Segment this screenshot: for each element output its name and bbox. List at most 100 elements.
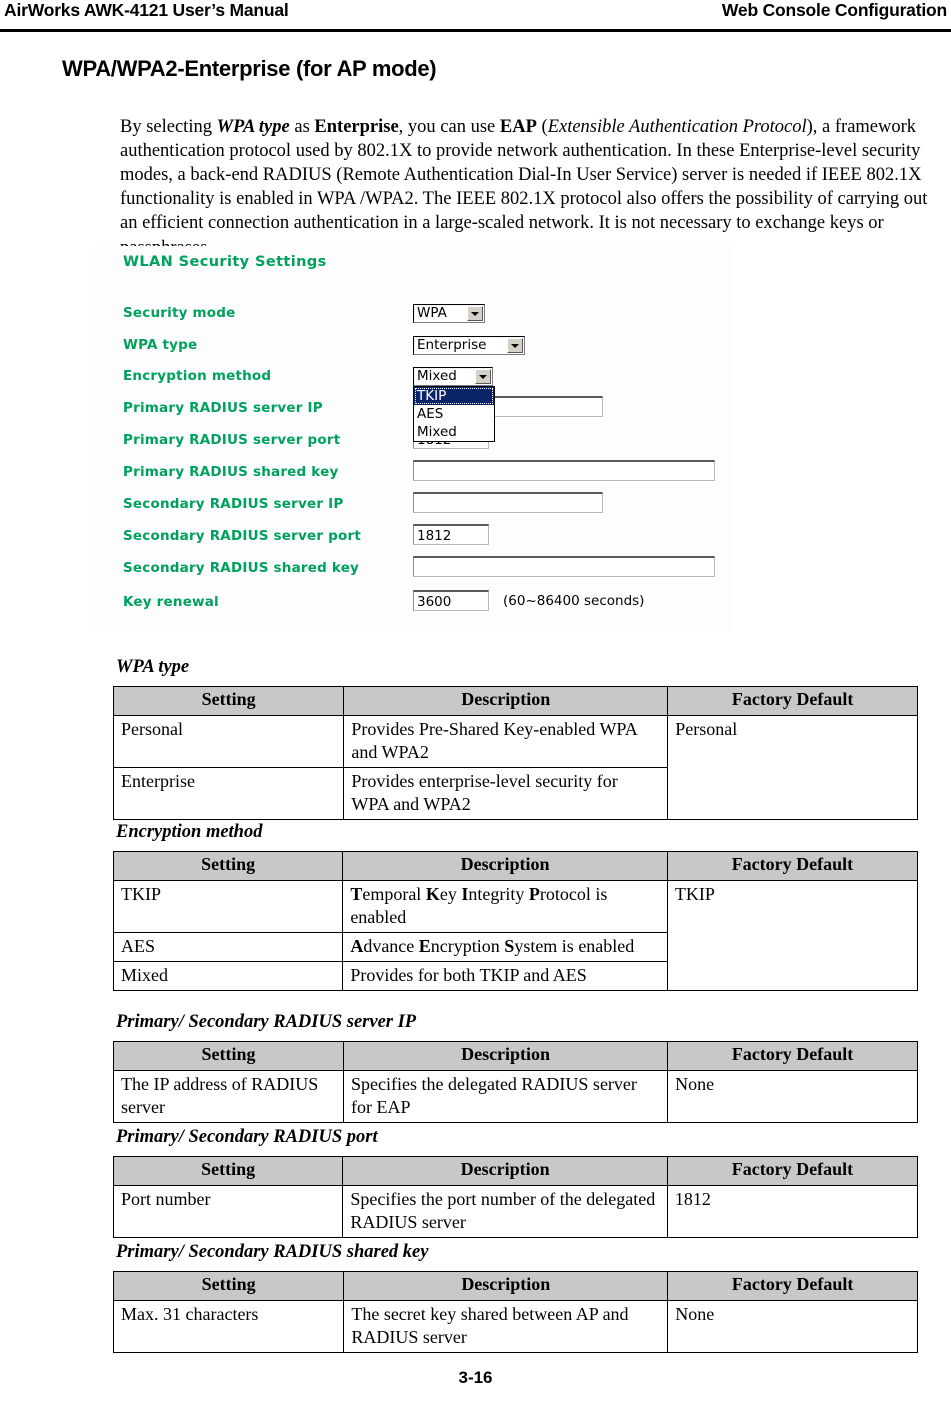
- encryption-method-dropdown-list[interactable]: TKIP AES Mixed: [413, 386, 495, 442]
- table-radius-shared-key: Setting Description Factory Default Max.…: [112, 1271, 918, 1353]
- column-header-description: Description: [342, 1156, 668, 1186]
- cell-setting: Port number: [112, 1185, 344, 1238]
- cell-setting: TKIP: [112, 880, 344, 933]
- encryption-method-selected-value: Mixed: [417, 368, 457, 384]
- field-row-primary-radius-shared-key: Primary RADIUS shared key: [123, 461, 338, 483]
- field-row-secondary-radius-server-ip: Secondary RADIUS server IP: [123, 493, 343, 515]
- cell-description: Provides Pre-Shared Key-enabled WPA and …: [343, 715, 669, 768]
- cell-factory-default: None: [667, 1300, 918, 1353]
- chevron-down-icon[interactable]: [507, 338, 523, 353]
- table-wpa-type: Setting Description Factory Default Pers…: [112, 686, 918, 820]
- column-header-description: Description: [343, 686, 669, 716]
- key-renewal-input[interactable]: 3600: [413, 590, 489, 611]
- column-header-description: Description: [343, 1271, 669, 1301]
- intro-text-4: (: [536, 116, 548, 137]
- table-header-row: Setting Description Factory Default: [112, 851, 919, 881]
- column-header-setting: Setting: [112, 1156, 344, 1186]
- wpa-type-selected-value: Enterprise: [417, 337, 487, 353]
- intro-text-2: as: [289, 116, 315, 137]
- table-header-row: Setting Description Factory Default: [112, 686, 918, 716]
- intro-emphasis-wpa-type: WPA type: [216, 116, 290, 137]
- primary-radius-shared-key-label: Primary RADIUS shared key: [123, 464, 339, 480]
- column-header-factory-default: Factory Default: [667, 1271, 918, 1301]
- field-row-wpa-type: WPA type: [123, 334, 197, 356]
- encryption-method-label: Encryption method: [123, 368, 272, 384]
- primary-radius-server-port-label: Primary RADIUS server port: [123, 432, 341, 448]
- column-header-factory-default: Factory Default: [667, 686, 918, 716]
- encryption-method-select[interactable]: Mixed: [413, 365, 493, 386]
- security-mode-select[interactable]: WPA: [413, 302, 485, 323]
- table-caption-radius-port: Primary/ Secondary RADIUS port: [116, 1127, 378, 1147]
- intro-emphasis-eap: EAP: [499, 116, 537, 137]
- cell-setting: Enterprise: [112, 767, 345, 820]
- column-header-factory-default: Factory Default: [666, 851, 919, 881]
- secondary-radius-shared-key-input[interactable]: [413, 556, 715, 577]
- intro-text-5: ), a framework authentication protocol u…: [120, 116, 928, 258]
- field-row-key-renewal: Key renewal: [123, 591, 219, 613]
- security-mode-selected-value: WPA: [417, 305, 447, 321]
- column-header-setting: Setting: [113, 1041, 344, 1071]
- cell-description: Provides for both TKIP and AES: [342, 961, 668, 991]
- field-row-primary-radius-server-port: Primary RADIUS server port: [123, 429, 340, 451]
- table-row: Port number Specifies the port number of…: [112, 1185, 919, 1238]
- cell-description: Specifies the port number of the delegat…: [342, 1185, 668, 1238]
- table-header-row: Setting Description Factory Default: [112, 1271, 918, 1301]
- cell-setting: AES: [112, 932, 344, 962]
- dropdown-option-mixed[interactable]: Mixed: [414, 423, 494, 441]
- secondary-radius-server-port-input[interactable]: 1812: [413, 524, 489, 545]
- dropdown-option-tkip[interactable]: TKIP: [414, 387, 494, 405]
- field-row-secondary-radius-shared-key: Secondary RADIUS shared key: [123, 557, 359, 579]
- intro-text-1: By selecting: [120, 116, 217, 137]
- column-header-setting: Setting: [112, 1271, 345, 1301]
- field-row-security-mode: Security mode: [123, 302, 236, 324]
- primary-radius-shared-key-input[interactable]: [413, 460, 715, 481]
- column-header-factory-default: Factory Default: [666, 1156, 919, 1186]
- key-renewal-label: Key renewal: [123, 594, 219, 610]
- key-renewal-hint: (60~86400 seconds): [503, 593, 645, 609]
- field-row-secondary-radius-server-port: Secondary RADIUS server port: [123, 525, 361, 547]
- security-mode-label: Security mode: [123, 305, 236, 321]
- table-caption-radius-server-ip: Primary/ Secondary RADIUS server IP: [116, 1012, 417, 1032]
- cell-setting: Mixed: [112, 961, 344, 991]
- table-row: TKIP Temporal Key Integrity Protocol is …: [112, 880, 919, 991]
- table-encryption-method: Setting Description Factory Default TKIP…: [112, 851, 919, 991]
- cell-description: Advance Encryption System is enabled: [342, 932, 668, 962]
- cell-setting: Personal: [112, 715, 345, 768]
- column-header-setting: Setting: [112, 851, 344, 881]
- chevron-down-icon[interactable]: [467, 306, 483, 321]
- secondary-radius-server-ip-label: Secondary RADIUS server IP: [123, 496, 344, 512]
- column-header-factory-default: Factory Default: [667, 1041, 918, 1071]
- secondary-radius-server-ip-input[interactable]: [413, 492, 603, 513]
- table-row: Personal Provides Pre-Shared Key-enabled…: [112, 715, 918, 820]
- table-row: Max. 31 characters The secret key shared…: [112, 1300, 918, 1353]
- table-row: The IP address of RADIUS server Specifie…: [113, 1070, 918, 1123]
- column-header-description: Description: [342, 851, 668, 881]
- intro-emphasis-eap-expansion: Extensible Authentication Protocol: [547, 116, 807, 137]
- chevron-down-icon[interactable]: [475, 369, 491, 384]
- cell-factory-default: TKIP: [666, 880, 919, 991]
- footer-page-number: 3-16: [458, 1368, 493, 1387]
- intro-text-3: , you can use: [398, 116, 500, 137]
- cell-description: Provides enterprise-level security for W…: [343, 767, 669, 820]
- cell-setting: Max. 31 characters: [112, 1300, 345, 1353]
- table-radius-server-ip: Setting Description Factory Default The …: [113, 1041, 918, 1123]
- secondary-radius-server-port-label: Secondary RADIUS server port: [123, 528, 361, 544]
- column-header-description: Description: [342, 1041, 669, 1071]
- intro-paragraph: By selecting WPA type as Enterprise, you…: [120, 115, 930, 260]
- wlan-security-settings-screenshot: WLAN Security Settings Security mode WPA…: [95, 246, 733, 632]
- cell-description: Specifies the delegated RADIUS server fo…: [342, 1070, 669, 1123]
- column-header-setting: Setting: [112, 686, 345, 716]
- cell-description: Temporal Key Integrity Protocol is enabl…: [342, 880, 668, 933]
- wpa-type-label: WPA type: [123, 337, 198, 353]
- cell-description: The secret key shared between AP and RAD…: [343, 1300, 669, 1353]
- table-caption-encryption-method: Encryption method: [116, 822, 263, 842]
- dropdown-option-aes[interactable]: AES: [414, 405, 494, 423]
- table-header-row: Setting Description Factory Default: [112, 1156, 919, 1186]
- header-manual-title: AirWorks AWK-4121 User’s Manual: [4, 0, 289, 20]
- intro-emphasis-enterprise: Enterprise: [314, 116, 399, 137]
- field-row-encryption-method: Encryption method: [123, 365, 271, 387]
- primary-radius-server-ip-label: Primary RADIUS server IP: [123, 400, 323, 416]
- wpa-type-select[interactable]: Enterprise: [413, 334, 525, 355]
- secondary-radius-shared-key-label: Secondary RADIUS shared key: [123, 560, 360, 576]
- table-radius-port: Setting Description Factory Default Port…: [112, 1156, 919, 1238]
